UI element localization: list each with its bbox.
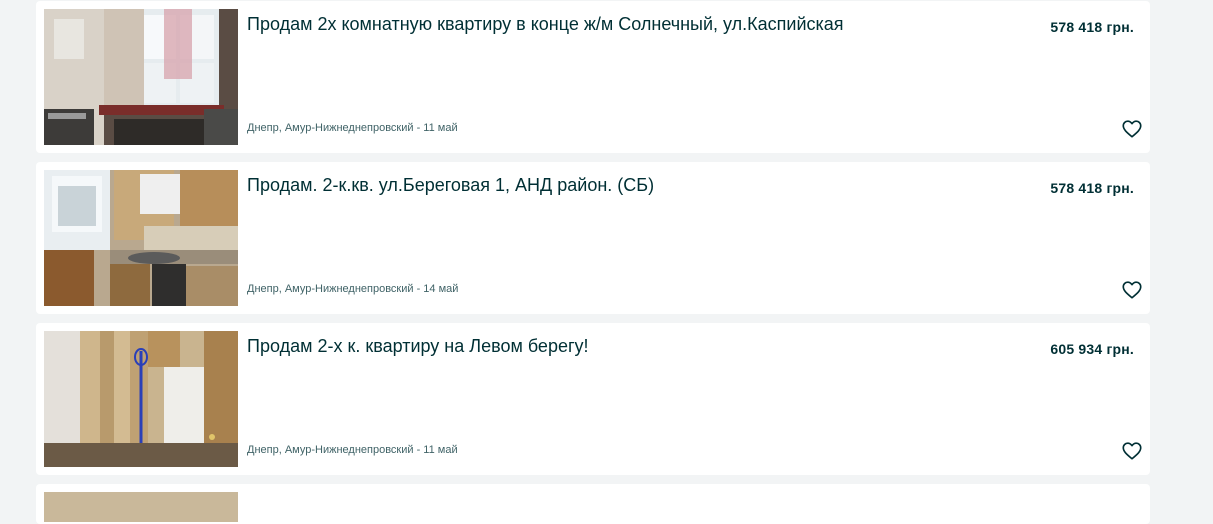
listing-price: 578 418 грн.	[1050, 19, 1134, 35]
listing-location-date: Днепр, Амур-Нижнеднепровский - 11 май	[247, 444, 458, 456]
kitchen-window-photo	[44, 9, 238, 145]
listing-card[interactable]: Продам 2х комнатную квартиру в конце ж/м…	[36, 1, 1150, 153]
listing-card[interactable]	[36, 484, 1150, 524]
listing-photo[interactable]	[44, 492, 238, 522]
listing-photo[interactable]	[44, 9, 238, 145]
listing-location-date: Днепр, Амур-Нижнеднепровский - 11 май	[247, 122, 458, 134]
listing-card[interactable]: Продам. 2-к.кв. ул.Береговая 1, АНД райо…	[36, 162, 1150, 314]
listing-photo[interactable]	[44, 331, 238, 467]
listing-location-date: Днепр, Амур-Нижнеднепровский - 14 май	[247, 283, 459, 295]
listing-title[interactable]: Продам. 2-к.кв. ул.Береговая 1, АНД райо…	[247, 174, 1007, 196]
hallway-door-photo	[44, 331, 238, 467]
kitchen-stove-photo	[44, 170, 238, 306]
listing-title[interactable]: Продам 2х комнатную квартиру в конце ж/м…	[247, 13, 1007, 35]
favorite-heart-icon[interactable]	[1121, 279, 1143, 301]
listing-price: 578 418 грн.	[1050, 180, 1134, 196]
listing-title[interactable]: Продам 2-х к. квартиру на Левом берегу!	[247, 335, 1007, 357]
listing-card[interactable]: Продам 2-х к. квартиру на Левом берегу! …	[36, 323, 1150, 475]
favorite-heart-icon[interactable]	[1121, 440, 1143, 462]
favorite-heart-icon[interactable]	[1121, 118, 1143, 140]
listing-photo[interactable]	[44, 170, 238, 306]
listing-price: 605 934 грн.	[1050, 341, 1134, 357]
